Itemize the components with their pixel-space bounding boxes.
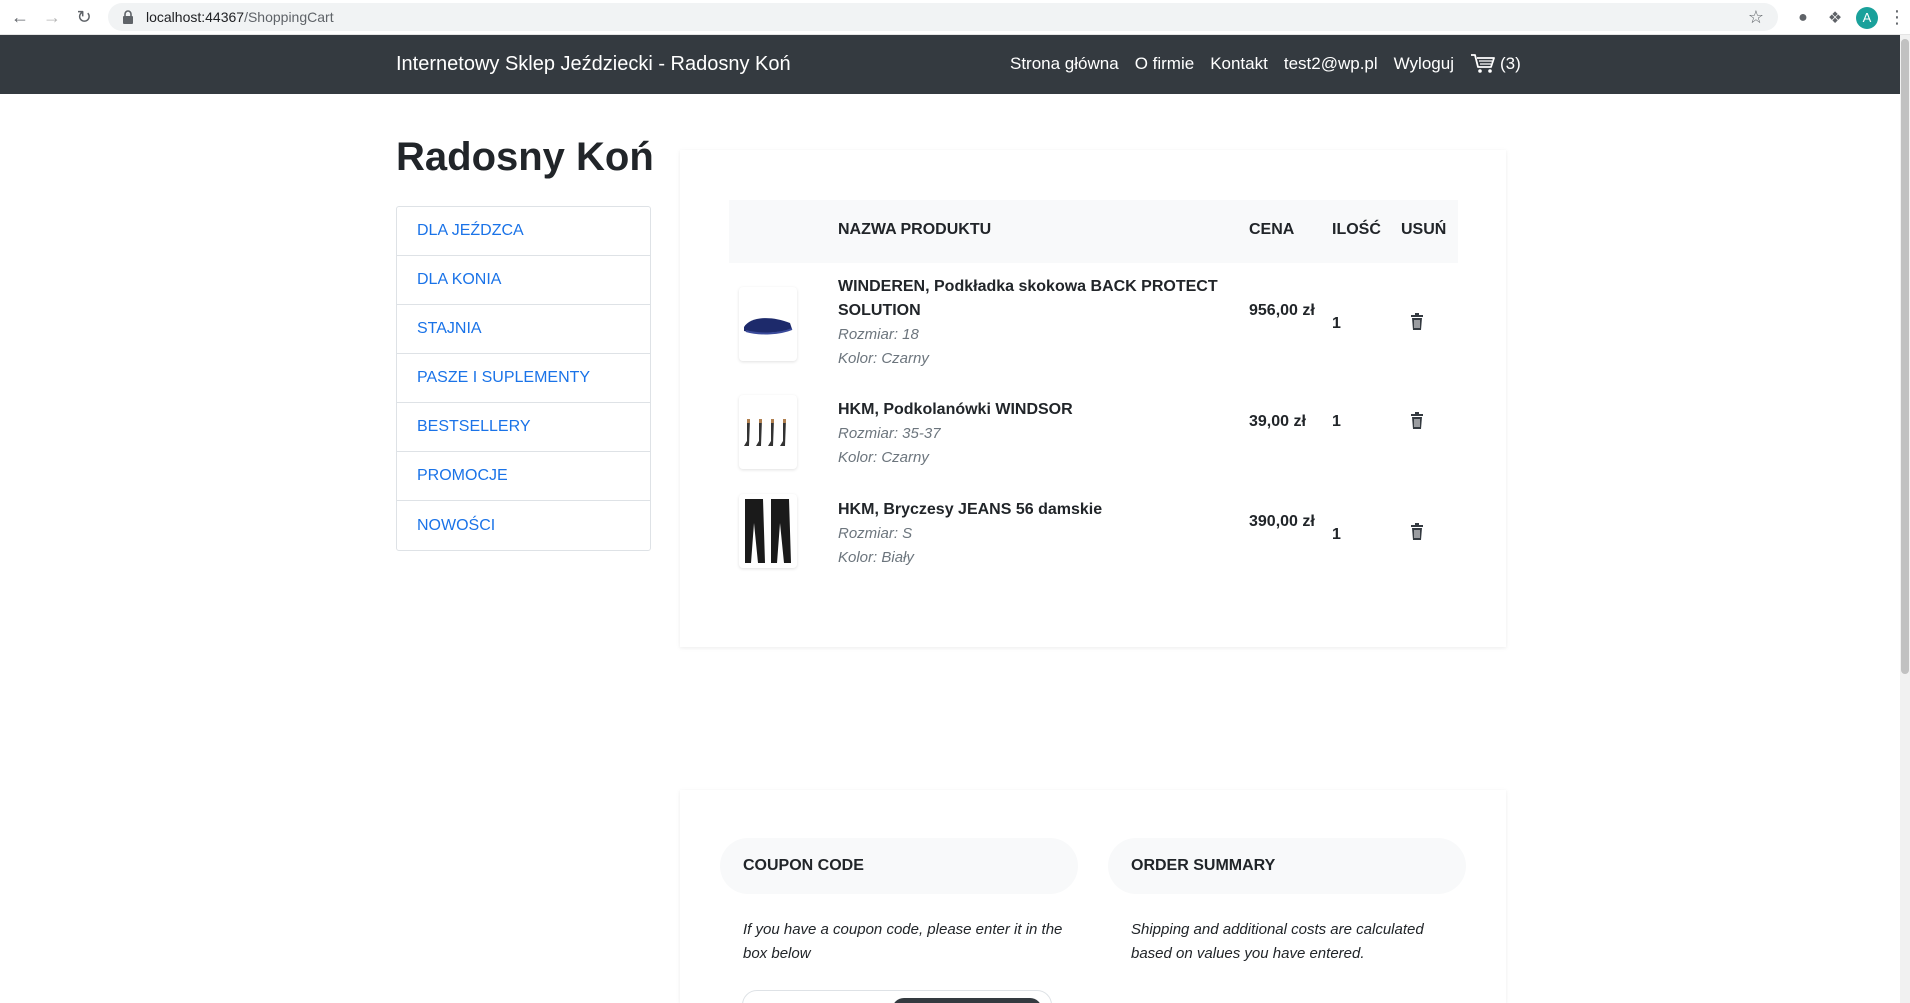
forward-arrow-icon[interactable]: → (36, 1, 68, 33)
header-remove: USUŃ (1401, 221, 1447, 238)
nav-user-link[interactable]: test2@wp.pl (1284, 54, 1378, 74)
product-price: 39,00 zł (1249, 413, 1306, 430)
product-color: Kolor: Czarny (838, 449, 929, 466)
profile-avatar[interactable]: A (1856, 6, 1878, 29)
category-item[interactable]: BESTSELLERY (397, 403, 650, 452)
product-quantity: 1 (1332, 526, 1341, 543)
category-item[interactable]: DLA JEŹDZCA (397, 207, 650, 256)
cart-row: HKM, Bryczesy JEANS 56 damskie Rozmiar: … (729, 494, 1458, 578)
category-item[interactable]: NOWOŚCI (397, 501, 650, 550)
cart-count: (3) (1499, 54, 1521, 73)
product-image[interactable] (739, 287, 797, 361)
nav-home-link[interactable]: Strona główna (1010, 54, 1119, 74)
product-color: Kolor: Biały (838, 549, 914, 566)
header-product-name: NAZWA PRODUKTU (838, 221, 992, 238)
bookmark-star-icon[interactable]: ☆ (1748, 7, 1764, 28)
site-navbar: Internetowy Sklep Jeździecki - Radosny K… (0, 35, 1900, 94)
category-item[interactable]: PROMOCJE (397, 452, 650, 501)
more-menu-icon[interactable]: ⋮ (1888, 7, 1906, 28)
extension-icon[interactable]: ● (1792, 7, 1814, 29)
site-brand[interactable]: Internetowy Sklep Jeździecki - Radosny K… (396, 53, 791, 76)
puzzle-icon[interactable]: ❖ (1824, 7, 1846, 29)
product-size: Rozmiar: 35-37 (838, 425, 941, 442)
product-color: Kolor: Czarny (838, 350, 929, 367)
coupon-header: COUPON CODE (720, 838, 1078, 894)
address-bar[interactable]: localhost:44367/ShoppingCart ☆ (108, 3, 1778, 31)
reload-icon[interactable]: ↻ (68, 1, 100, 33)
nav-logout-link[interactable]: Wyloguj (1394, 54, 1454, 74)
saddle-pad-icon (744, 318, 793, 335)
category-list: DLA JEŹDZCA DLA KONIA STAJNIA PASZE I SU… (396, 206, 651, 551)
lock-icon (123, 10, 133, 24)
header-price: CENA (1249, 221, 1295, 238)
product-name[interactable]: HKM, Bryczesy JEANS 56 damskie (838, 498, 1218, 522)
order-summary-text: Shipping and additional costs are calcul… (1131, 921, 1424, 962)
checkout-panels: COUPON CODE If you have a coupon code, p… (680, 790, 1506, 1003)
breeches-icon (745, 499, 791, 563)
product-size: Rozmiar: S (838, 525, 913, 542)
product-image[interactable] (739, 395, 797, 469)
category-item[interactable]: PASZE I SUPLEMENTY (397, 354, 650, 403)
cart-table-card: NAZWA PRODUKTU CENA ILOŚĆ USUŃ WINDEREN,… (680, 150, 1506, 647)
product-name[interactable]: HKM, Podkolanówki WINDSOR (838, 398, 1218, 422)
trash-icon[interactable] (1409, 523, 1425, 541)
nav-about-link[interactable]: O firmie (1135, 54, 1195, 74)
product-price: 390,00 zł (1249, 513, 1315, 530)
shop-title: Radosny Koń (396, 135, 654, 179)
product-price: 956,00 zł (1249, 302, 1315, 319)
cart-row: WINDEREN, Podkładka skokowa BACK PROTECT… (729, 275, 1458, 375)
url-path: /ShoppingCart (244, 9, 334, 25)
page-scrollbar[interactable] (1900, 35, 1910, 1003)
product-size: Rozmiar: 18 (838, 326, 919, 343)
shopping-cart-icon (1470, 54, 1495, 73)
scrollbar-thumb[interactable] (1901, 39, 1909, 674)
nav-contact-link[interactable]: Kontakt (1210, 54, 1268, 74)
header-quantity: ILOŚĆ (1332, 221, 1381, 238)
back-arrow-icon[interactable]: ← (4, 1, 36, 33)
browser-toolbar: ← → ↻ localhost:44367/ShoppingCart ☆ ● ❖… (0, 0, 1910, 35)
trash-icon[interactable] (1409, 412, 1425, 430)
nav-cart-link[interactable]: (3) (1470, 53, 1521, 75)
trash-icon[interactable] (1409, 313, 1425, 331)
url-host: localhost:44367 (146, 9, 245, 25)
product-image[interactable] (739, 494, 797, 568)
coupon-instructions: If you have a coupon code, please enter … (743, 921, 1063, 962)
product-quantity: 1 (1332, 315, 1341, 332)
product-quantity: 1 (1332, 413, 1341, 430)
category-item[interactable]: STAJNIA (397, 305, 650, 354)
cart-table-header: NAZWA PRODUKTU CENA ILOŚĆ USUŃ (729, 200, 1458, 263)
apply-coupon-button[interactable] (892, 998, 1042, 1003)
product-name[interactable]: WINDEREN, Podkładka skokowa BACK PROTECT… (838, 275, 1218, 323)
category-item[interactable]: DLA KONIA (397, 256, 650, 305)
order-summary-header: ORDER SUMMARY (1108, 838, 1466, 894)
nav-links: Strona główna O firmie Kontakt test2@wp.… (1010, 53, 1521, 75)
socks-icon (744, 419, 786, 446)
cart-row: HKM, Podkolanówki WINDSOR Rozmiar: 35-37… (729, 395, 1458, 470)
